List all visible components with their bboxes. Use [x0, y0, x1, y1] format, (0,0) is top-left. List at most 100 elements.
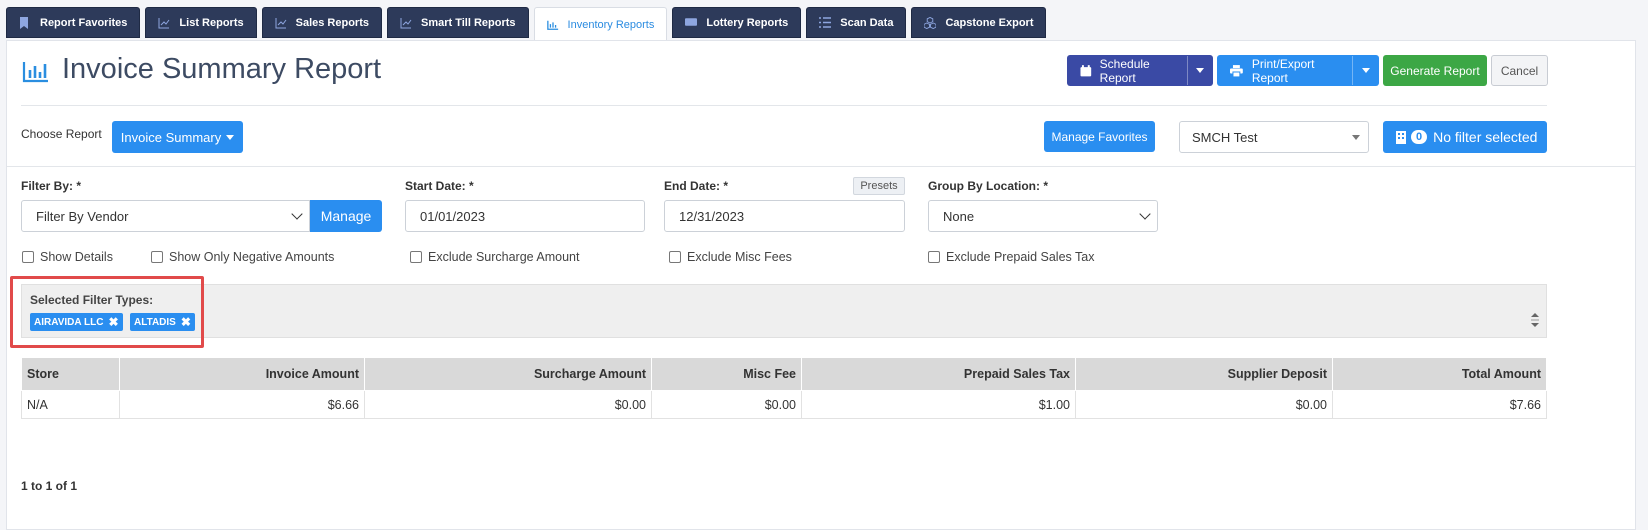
table-cell: N/A [21, 390, 120, 419]
checkbox-box[interactable] [151, 251, 163, 263]
location-filter-button[interactable]: 0 No filter selected [1383, 121, 1547, 153]
start-date-value: 01/01/2023 [420, 208, 486, 224]
choose-report-dropdown[interactable]: Invoice Summary [112, 121, 243, 153]
checkbox-box[interactable] [22, 251, 34, 263]
table-cell: $0.00 [1075, 390, 1333, 419]
checkbox-label: Exclude Surcharge Amount [428, 250, 580, 264]
presets-button[interactable]: Presets [853, 177, 905, 195]
choose-report-value: Invoice Summary [120, 129, 222, 145]
show-only-negative-checkbox[interactable]: Show Only Negative Amounts [151, 250, 334, 264]
filter-status-label: No filter selected [1433, 129, 1538, 145]
table-row: N/A $6.66 $0.00 $0.00 $1.00 $0.00 $7.66 [21, 390, 1547, 419]
table-cell: $7.66 [1332, 390, 1547, 419]
filter-by-value: Filter By Vendor [36, 208, 129, 224]
store-select-value: SMCH Test [1192, 129, 1258, 145]
checkbox-box[interactable] [928, 251, 940, 263]
table-cell: $1.00 [801, 390, 1076, 419]
choose-report-label: Choose Report [21, 127, 102, 141]
tab-scan-data[interactable]: Scan Data [806, 7, 907, 38]
chevron-down-icon [291, 208, 303, 220]
line-chart-icon [275, 17, 287, 29]
tab-label: Inventory Reports [567, 18, 655, 31]
exclude-prepaid-tax-checkbox[interactable]: Exclude Prepaid Sales Tax [928, 250, 1094, 264]
manage-button[interactable]: Manage [310, 200, 382, 232]
group-by-location-label: Group By Location: * [928, 179, 1048, 193]
highlight-box [10, 276, 204, 348]
show-details-checkbox[interactable]: Show Details [22, 250, 113, 264]
pagination-status: 1 to 1 of 1 [21, 479, 78, 493]
report-table: Store Invoice Amount Surcharge Amount Mi… [21, 357, 1547, 419]
group-by-location-select[interactable]: None [928, 200, 1158, 232]
tab-label: Report Favorites [40, 16, 128, 29]
exclude-misc-fees-checkbox[interactable]: Exclude Misc Fees [669, 250, 792, 264]
caret-down-icon [1195, 68, 1204, 73]
bar-chart-icon [22, 61, 50, 83]
report-tabs: Report Favorites List Reports Sales Repo… [6, 7, 1051, 41]
generate-report-button[interactable]: Generate Report [1383, 55, 1487, 86]
table-cell: $6.66 [119, 390, 365, 419]
tab-capstone-export[interactable]: Capstone Export [911, 7, 1047, 38]
print-icon [1230, 64, 1243, 77]
column-header[interactable]: Surcharge Amount [364, 357, 652, 391]
manage-favorites-button[interactable]: Manage Favorites [1044, 121, 1155, 152]
tab-label: Smart Till Reports [420, 16, 516, 29]
checkbox-label: Show Only Negative Amounts [169, 250, 335, 264]
column-header[interactable]: Store [21, 357, 120, 391]
column-header[interactable]: Misc Fee [651, 357, 802, 391]
list-icon [819, 16, 832, 29]
building-icon [1396, 130, 1406, 144]
calendar-icon [1080, 64, 1092, 76]
divider [21, 105, 1547, 106]
tab-report-favorites[interactable]: Report Favorites [6, 7, 141, 38]
column-header[interactable]: Supplier Deposit [1075, 357, 1333, 391]
checkbox-label: Exclude Prepaid Sales Tax [946, 250, 1095, 264]
checkbox-label: Show Details [40, 250, 113, 264]
checkbox-box[interactable] [669, 251, 681, 263]
checkbox-label: Exclude Misc Fees [687, 250, 792, 264]
start-date-label: Start Date: * [405, 179, 474, 193]
table-cell: $0.00 [651, 390, 802, 419]
tab-label: Capstone Export [945, 16, 1034, 29]
chevron-down-icon [1139, 208, 1151, 220]
end-date-input[interactable]: 12/31/2023 [664, 200, 905, 232]
end-date-value: 12/31/2023 [679, 208, 745, 224]
tab-lottery-reports[interactable]: Lottery Reports [672, 7, 802, 38]
tab-list-reports[interactable]: List Reports [145, 7, 257, 38]
table-header-row: Store Invoice Amount Surcharge Amount Mi… [21, 357, 1547, 391]
caret-down-icon [1352, 135, 1360, 140]
filter-by-select[interactable]: Filter By Vendor [21, 200, 310, 232]
filter-by-label: Filter By: * [21, 179, 82, 193]
bookmark-icon [19, 16, 31, 29]
caret-down-icon [1361, 68, 1370, 73]
schedule-dropdown-toggle[interactable] [1186, 56, 1212, 85]
page-title: Invoice Summary Report [62, 53, 382, 85]
selected-filters-panel: Selected Filter Types: AIRAVIDA LLC ✖ AL… [21, 284, 1547, 338]
column-header[interactable]: Total Amount [1332, 357, 1547, 391]
filter-count-badge: 0 [1411, 130, 1428, 144]
divider [7, 166, 1635, 167]
end-date-label: End Date: * [664, 179, 729, 193]
inventory-icon [546, 19, 559, 31]
column-header[interactable]: Prepaid Sales Tax [801, 357, 1076, 391]
tab-inventory-reports[interactable]: Inventory Reports [533, 7, 668, 41]
ticket-icon [685, 17, 698, 29]
column-header[interactable]: Invoice Amount [119, 357, 365, 391]
tab-smart-till-reports[interactable]: Smart Till Reports [386, 7, 529, 38]
report-panel: Invoice Summary Report Schedule Report P… [6, 40, 1636, 530]
cancel-button[interactable]: Cancel [1491, 55, 1548, 86]
cubes-icon [924, 16, 937, 29]
tab-sales-reports[interactable]: Sales Reports [261, 7, 382, 38]
schedule-report-button[interactable]: Schedule Report [1067, 55, 1213, 86]
store-select[interactable]: SMCH Test [1179, 121, 1369, 153]
checkbox-box[interactable] [410, 251, 422, 263]
start-date-input[interactable]: 01/01/2023 [405, 200, 645, 232]
tab-label: Scan Data [840, 16, 894, 29]
line-chart-icon [400, 17, 412, 29]
print-export-button[interactable]: Print/Export Report [1217, 55, 1379, 86]
exclude-surcharge-checkbox[interactable]: Exclude Surcharge Amount [410, 250, 579, 264]
group-by-location-value: None [943, 208, 975, 224]
resize-spinner-icon[interactable] [1530, 311, 1540, 329]
print-export-label: Print/Export Report [1251, 56, 1315, 85]
print-dropdown-toggle[interactable] [1352, 56, 1378, 85]
line-chart-icon [158, 17, 170, 29]
